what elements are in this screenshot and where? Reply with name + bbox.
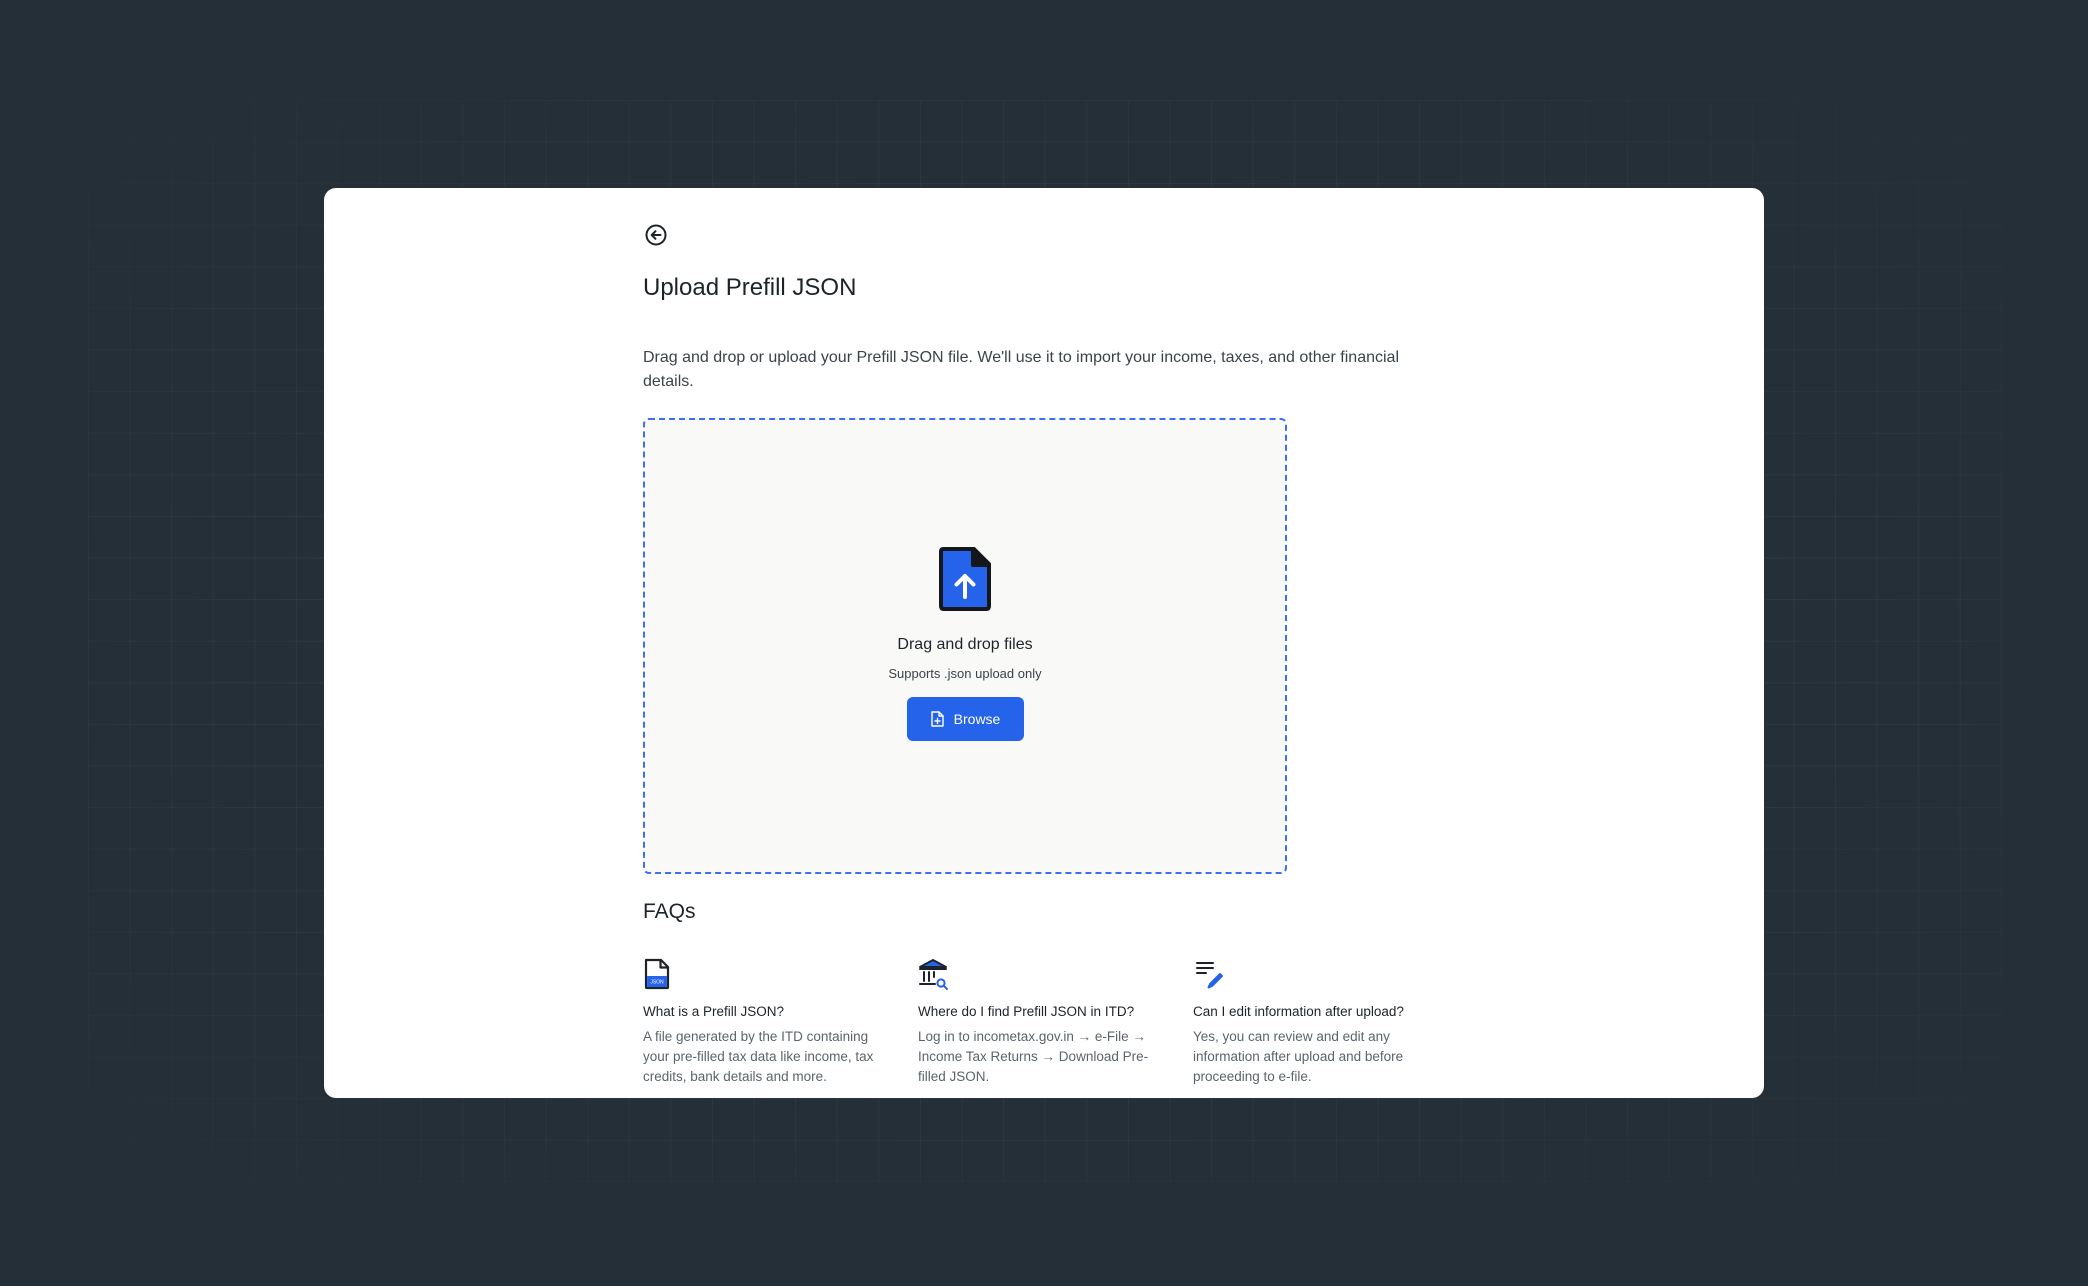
back-button[interactable] <box>643 222 669 248</box>
faq-answer: Yes, you can review and edit any informa… <box>1193 1029 1404 1084</box>
file-upload-icon <box>939 547 991 611</box>
faq-question: Can I edit information after upload? <box>1193 1004 1404 1019</box>
bank-search-icon <box>919 959 948 990</box>
json-file-icon: JSON <box>644 958 670 990</box>
browse-button[interactable]: Browse <box>906 697 1024 741</box>
faq-question: What is a Prefill JSON? <box>643 1004 785 1019</box>
dropzone-hint: Supports .json upload only <box>888 666 1042 681</box>
arrow-left-circle-icon <box>645 224 667 246</box>
faq-item-edit-after-upload: Can I edit information after upload? Yes… <box>1193 958 1445 1087</box>
browse-button-label: Browse <box>953 711 1001 727</box>
faq-answer: Log in to incometax.gov.in → e-File → In… <box>918 1029 1149 1084</box>
edit-list-icon <box>1196 962 1223 989</box>
faq-question: Where do I find Prefill JSON in ITD? <box>918 1004 1135 1019</box>
json-badge-text: JSON <box>650 980 664 986</box>
faq-answer: A file generated by the ITD containing y… <box>643 1029 874 1084</box>
faq-heading: FAQs <box>643 900 696 923</box>
faq-list: JSON What is a Prefill JSON? A file gene… <box>643 958 1463 1098</box>
dropzone-title: Drag and drop files <box>897 636 1033 653</box>
faq-item-find-prefill: Where do I find Prefill JSON in ITD? Log… <box>918 958 1170 1087</box>
page-title: Upload Prefill JSON <box>643 274 857 301</box>
file-dropzone[interactable]: Drag and drop files Supports .json uploa… <box>643 418 1287 874</box>
page-subtitle: Drag and drop or upload your Prefill JSO… <box>643 349 1400 390</box>
upload-card: Upload Prefill JSON Drag and drop or upl… <box>324 188 1764 1098</box>
faq-item-prefill-json: JSON What is a Prefill JSON? A file gene… <box>643 958 895 1087</box>
file-plus-icon <box>930 711 944 727</box>
